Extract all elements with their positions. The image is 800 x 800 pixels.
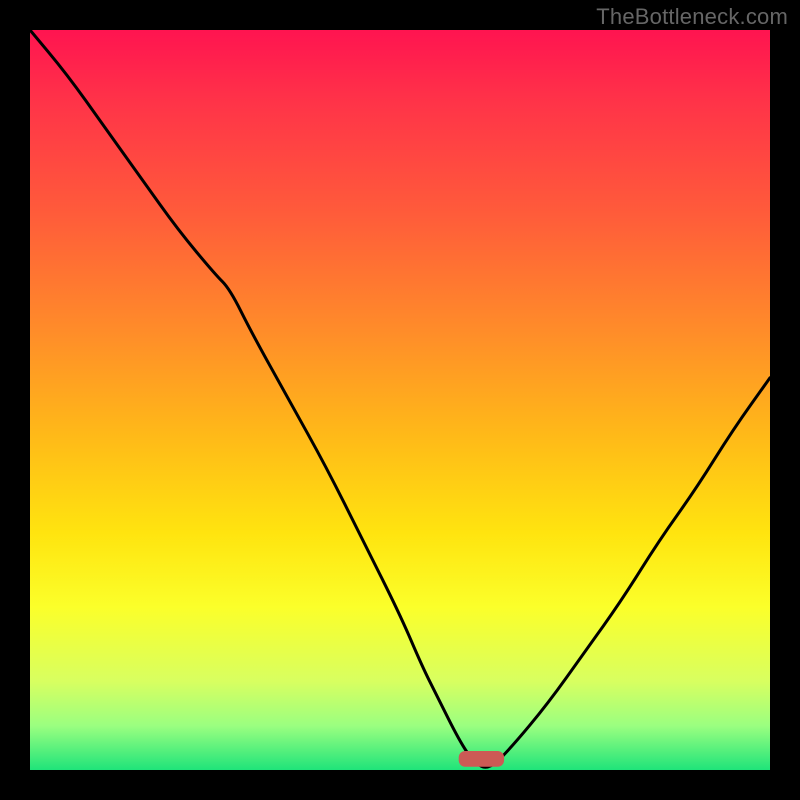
plot-background <box>30 30 770 770</box>
attribution-label: TheBottleneck.com <box>596 4 788 30</box>
chart-container: TheBottleneck.com <box>0 0 800 800</box>
optimal-marker <box>459 752 503 767</box>
bottleneck-chart <box>0 0 800 800</box>
